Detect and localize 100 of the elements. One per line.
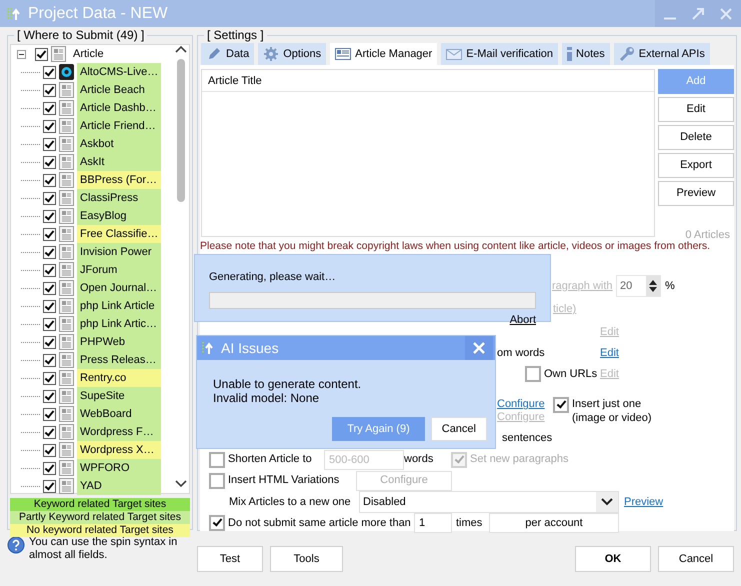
checkbox[interactable] (43, 120, 56, 132)
checkbox[interactable] (43, 426, 56, 438)
checkbox-option[interactable]: Own URLs (525, 366, 598, 382)
checkbox-option[interactable]: Do not submit same article more than (209, 515, 411, 532)
abort-link[interactable]: Abort (510, 312, 536, 328)
input-field[interactable]: 1 (414, 513, 452, 534)
spin-field[interactable]: 20 (616, 274, 662, 297)
checkbox[interactable] (43, 336, 56, 348)
tree-item[interactable]: Article Friend… (77, 117, 161, 135)
checkbox[interactable] (43, 480, 56, 492)
checkbox[interactable] (43, 246, 56, 258)
tree-item[interactable]: WebBoard (77, 405, 161, 423)
tree-item[interactable]: Wordpress X… (77, 441, 161, 459)
tree-item[interactable]: Askbot (77, 135, 161, 153)
option-label: om words (497, 346, 545, 362)
tree-item[interactable]: YAD (77, 477, 161, 495)
checkbox[interactable] (43, 264, 56, 276)
checkbox[interactable] (43, 300, 56, 312)
option-label: % (665, 278, 675, 294)
scroll-down-icon (174, 480, 186, 488)
tree-item[interactable]: Rentry.co (77, 369, 161, 387)
footer-button[interactable]: Tools (270, 546, 343, 572)
link[interactable]: Preview (624, 494, 664, 510)
tree-item[interactable]: EasyBlog (77, 207, 161, 225)
checkbox[interactable] (43, 282, 56, 294)
panel-title: [ Where to Submit (49) ] (14, 28, 148, 42)
checkbox[interactable] (43, 174, 56, 186)
checkbox-option[interactable]: Shorten Article to (209, 451, 312, 468)
tree-item[interactable]: Article (73, 46, 104, 62)
tree-item[interactable]: Open Journal… (77, 279, 161, 297)
close-button[interactable] (465, 336, 493, 360)
tree-item[interactable]: Wordpress F… (77, 423, 161, 441)
scroll-thumb[interactable] (176, 59, 184, 202)
checkbox[interactable] (43, 408, 56, 420)
tab[interactable]: External APIs (614, 43, 710, 65)
column-header[interactable]: Article Title (202, 70, 654, 92)
checkbox[interactable] (43, 66, 56, 78)
tree-item[interactable]: WPFORO (77, 459, 161, 477)
document-icon (59, 100, 74, 116)
tree-item[interactable]: Press Releas… (77, 351, 161, 369)
checkbox-option[interactable]: Insert HTML Variations (209, 472, 340, 489)
document-icon (59, 244, 74, 260)
tree-item[interactable]: php Link Article (77, 297, 161, 315)
checkbox[interactable] (43, 318, 56, 330)
tab[interactable]: E-Mail verification (441, 43, 558, 65)
help-text: You can use the spin syntax in almost all fields. (29, 536, 178, 562)
dialog-message: Invalid model: None (213, 391, 320, 405)
close-icon (719, 6, 733, 20)
checkbox[interactable] (43, 462, 56, 474)
dialog-button[interactable]: Cancel (430, 417, 487, 441)
checkbox[interactable] (43, 354, 56, 366)
tab[interactable]: Options (258, 43, 326, 65)
tree-item[interactable]: SupeSite (77, 387, 161, 405)
copyright-warning: Please note that you might break copyright laws when using content like article, videos or images from others. (200, 240, 712, 252)
checkbox[interactable] (43, 444, 56, 456)
link[interactable]: Edit (600, 345, 619, 362)
tree-item[interactable]: BBPress (For… (77, 171, 161, 189)
dialog-title: AI Issues (221, 338, 279, 358)
option-button[interactable]: per account (489, 513, 619, 534)
checkbox[interactable] (43, 102, 56, 114)
tree-item[interactable]: AskIt (77, 153, 161, 171)
logo-icon (59, 64, 74, 80)
tree-item[interactable]: AltoCMS-Live… (77, 63, 161, 81)
checkbox[interactable] (35, 48, 48, 60)
checkbox[interactable] (43, 138, 56, 150)
checkbox[interactable] (43, 228, 56, 240)
tab[interactable]: Notes (562, 43, 610, 65)
maximize-icon (691, 6, 705, 20)
tree-item[interactable]: Invision Power (77, 243, 161, 261)
article-button[interactable]: Edit (658, 97, 734, 122)
dropdown[interactable]: Disabled (359, 491, 619, 513)
tab[interactable]: Data (201, 43, 254, 65)
article-button[interactable]: Delete (658, 125, 734, 150)
tree-item[interactable]: JForum (77, 261, 161, 279)
checkbox[interactable] (43, 390, 56, 402)
close-icon (472, 341, 486, 355)
footer-button[interactable]: OK (575, 546, 651, 572)
spin-arrows-icon (648, 278, 658, 293)
checkbox-option[interactable]: Insert just one (image or video) (553, 396, 663, 424)
checkbox[interactable] (43, 372, 56, 384)
checkbox[interactable] (43, 84, 56, 96)
footer-button[interactable]: Test (197, 546, 263, 572)
scroll-up-icon (174, 45, 186, 53)
tab[interactable]: Article Manager (330, 43, 438, 65)
pencil-icon (206, 46, 222, 62)
article-button[interactable]: Export (658, 153, 734, 178)
document-icon (59, 298, 74, 314)
tree-item[interactable]: php Link Artic… (77, 315, 161, 333)
tree-item[interactable]: Article Beach (77, 81, 161, 99)
checkbox[interactable] (43, 192, 56, 204)
checkbox[interactable] (43, 210, 56, 222)
tree-item[interactable]: Free Classifie… (77, 225, 161, 243)
footer-button[interactable]: Cancel (658, 546, 734, 572)
article-button[interactable]: Preview (658, 181, 734, 206)
gear-icon (263, 46, 280, 62)
expand-toggle[interactable] (17, 50, 26, 58)
tree-item[interactable]: ClassiPress (77, 189, 161, 207)
tree-item[interactable]: PHPWeb (77, 333, 161, 351)
tree-item[interactable]: Article Dashb… (77, 99, 161, 117)
checkbox[interactable] (43, 156, 56, 168)
